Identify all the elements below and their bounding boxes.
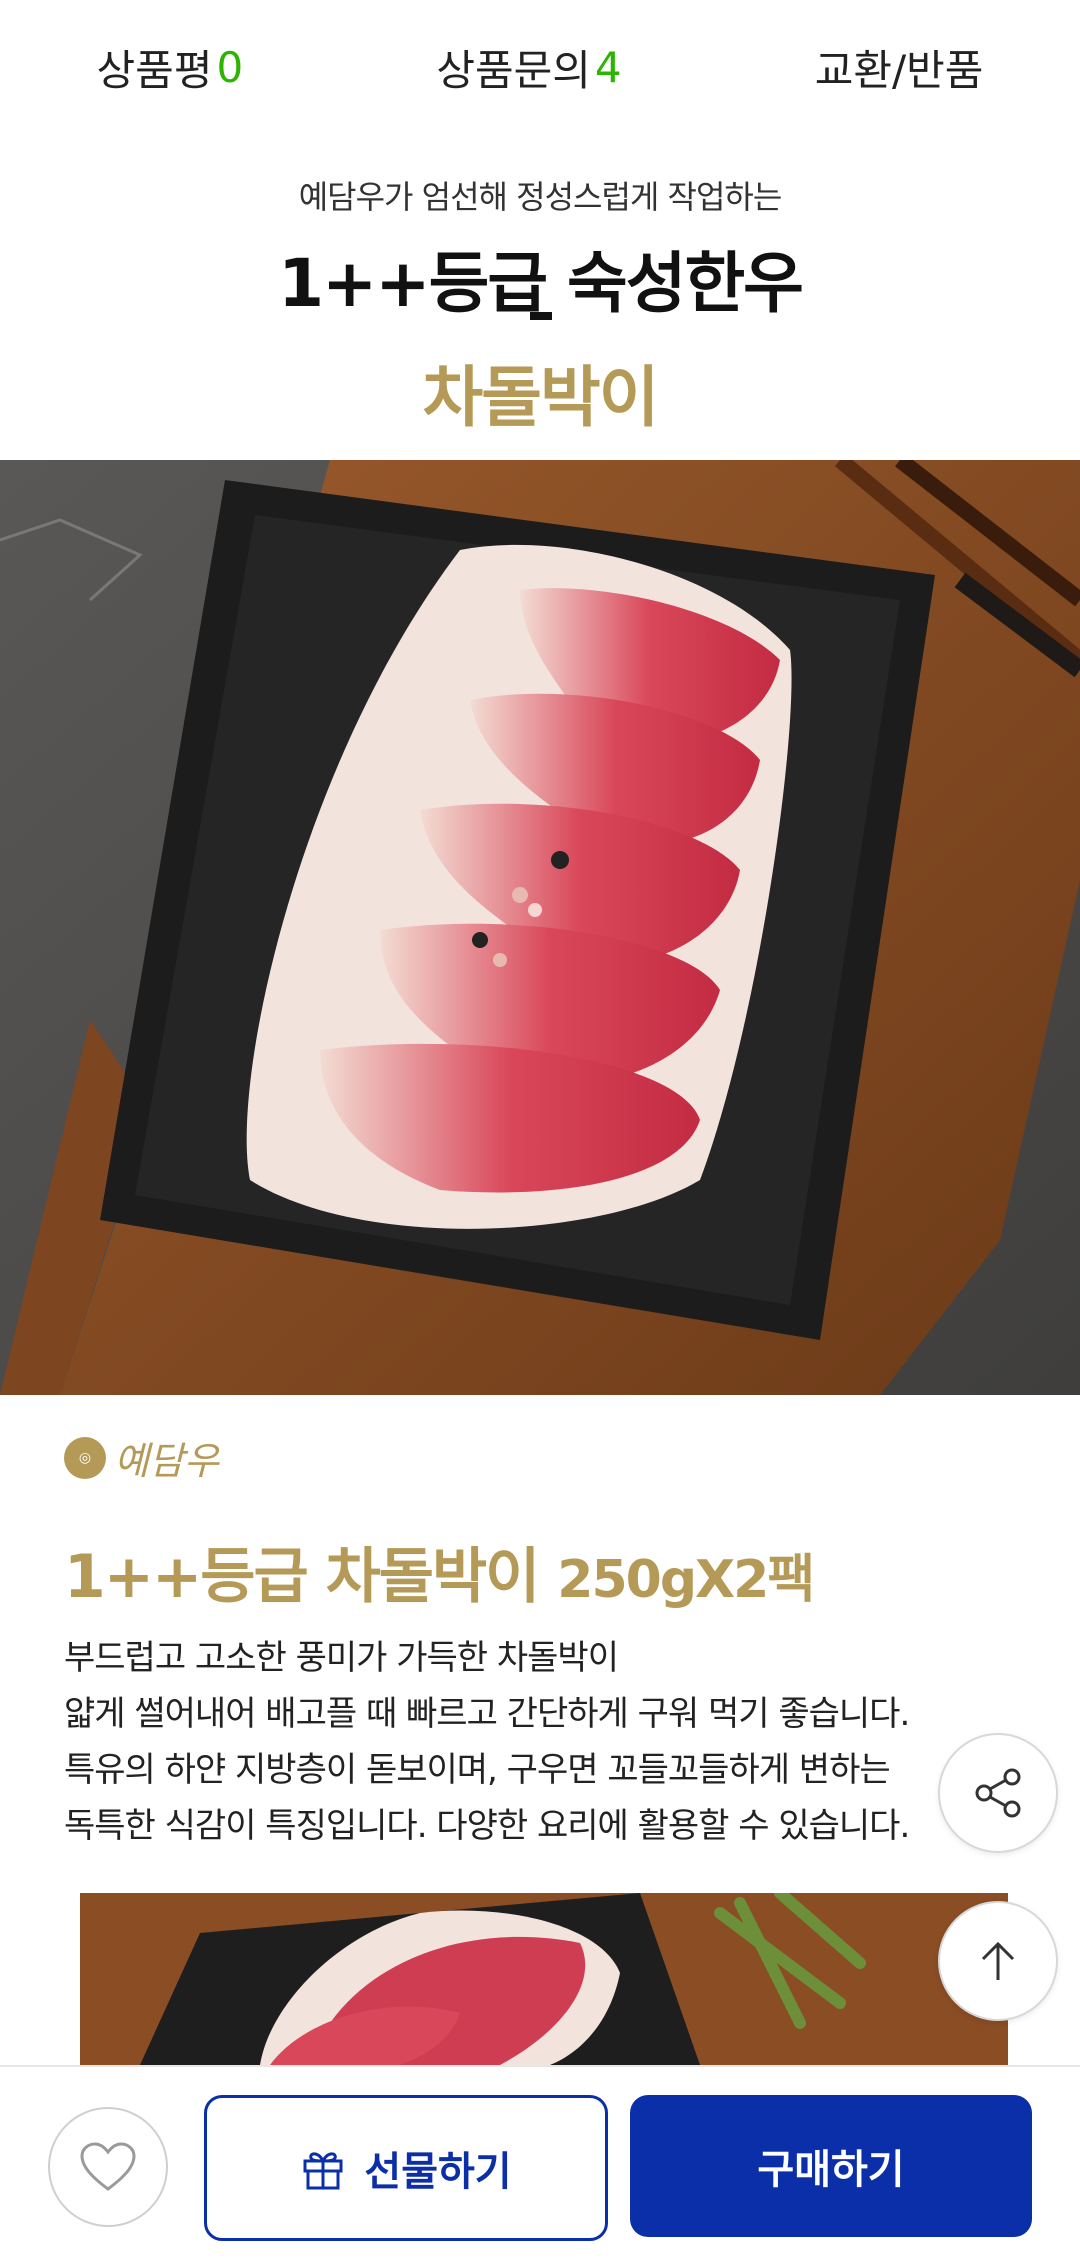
brand-seal-icon: ◎ — [64, 1436, 106, 1479]
hero-intro-text: 예담우가 엄선해 정성스럽게 작업하는 — [298, 178, 783, 216]
tab-reviews[interactable]: 상품평 0 — [77, 37, 264, 98]
wishlist-button[interactable] — [48, 2107, 168, 2227]
hero-heading-block: 예담우가 엄선해 정성스럽게 작업하는 1++등급 숙성한우 차돌박이 — [0, 134, 1080, 460]
brand-logo: ◎ 예담우 — [64, 1430, 219, 1485]
tab-inquiries-count: 4 — [594, 42, 622, 92]
share-icon — [975, 1768, 1021, 1818]
gift-button-label: 선물하기 — [364, 2149, 512, 2195]
arrow-up-icon — [981, 1941, 1015, 1980]
purchase-action-bar: 선물하기 구매하기 — [0, 2065, 1080, 2262]
buy-button[interactable]: 구매하기 — [630, 2095, 1032, 2237]
product-detail-image — [80, 1893, 1008, 2065]
gift-icon — [303, 2152, 343, 2190]
buy-button-label: 구매하기 — [757, 2147, 905, 2193]
product-title-size: 250gX2팩 — [557, 1550, 815, 1610]
beef-brisket-photo — [0, 460, 1080, 1395]
description-line: 특유의 하얀 지방층이 돋보이며, 구우면 꼬들꼬들하게 변하는 — [64, 1750, 891, 1790]
tab-reviews-label: 상품평 — [96, 45, 213, 95]
product-title-main: 1++등급 차돌박이 — [64, 1542, 540, 1612]
description-line: 독특한 식감이 특징입니다. 다양한 요리에 활용할 수 있습니다. — [64, 1806, 910, 1846]
scroll-top-button[interactable] — [938, 1901, 1058, 2021]
beef-detail-photo — [80, 1893, 1008, 2065]
product-main-image — [0, 460, 1080, 1395]
tab-reviews-count: 0 — [216, 42, 244, 92]
description-line: 부드럽고 고소한 풍미가 가득한 차돌박이 — [64, 1638, 619, 1678]
brand-name: 예담우 — [114, 1439, 219, 1483]
gift-button[interactable]: 선물하기 — [204, 2095, 608, 2241]
tab-inquiries-label: 상품문의 — [436, 45, 591, 95]
hero-subhead: 차돌박이 — [422, 359, 660, 436]
product-title: 1++등급 차돌박이 250gX2팩 — [64, 1528, 815, 1615]
heart-icon — [80, 2142, 136, 2191]
hero-divider — [530, 312, 552, 320]
tab-exchange-return-label: 교환/반품 — [814, 45, 984, 95]
product-description: 부드럽고 고소한 풍미가 가득한 차돌박이 얇게 썰어내어 배고플 때 빠르고 … — [64, 1630, 964, 1854]
share-button[interactable] — [938, 1733, 1058, 1853]
description-line: 얇게 썰어내어 배고플 때 빠르고 간단하게 구워 먹기 좋습니다. — [64, 1694, 910, 1734]
product-tab-bar: 상품평 0 상품문의 4 교환/반품 — [0, 0, 1080, 136]
tab-inquiries[interactable]: 상품문의 4 — [416, 37, 641, 98]
tab-exchange-return[interactable]: 교환/반품 — [795, 37, 1004, 98]
